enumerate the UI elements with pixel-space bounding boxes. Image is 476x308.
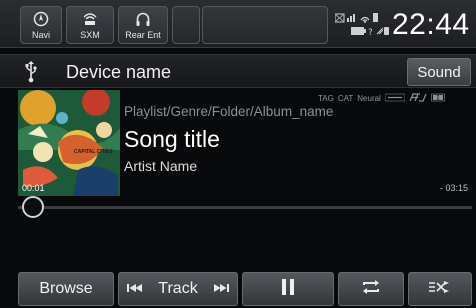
tag-label: TAG (318, 94, 334, 103)
sxm-button[interactable]: SXM (66, 6, 114, 44)
browse-label: Browse (39, 280, 93, 297)
shuffle-button[interactable] (408, 272, 472, 306)
cat-label: CAT (337, 94, 354, 103)
navi-button[interactable]: Navi (20, 6, 62, 44)
previous-track-icon (127, 280, 143, 298)
next-track-button[interactable] (213, 273, 229, 305)
album-art: CAPITAL CITIES (18, 90, 120, 196)
neural-label: Neural (357, 94, 381, 103)
elapsed-time: 00:01 (22, 183, 45, 193)
track-control: Track (118, 272, 238, 306)
remaining-time: - 03:15 (440, 183, 469, 193)
empty-slot-button (172, 6, 200, 44)
rear-ent-button[interactable]: Rear Ent (118, 6, 168, 44)
next-track-icon (213, 280, 229, 298)
audio-screen: Navi SXM Rear Ent ? 22:44 Device name So… (0, 0, 476, 308)
usb-icon (24, 61, 38, 88)
status-bar: Navi SXM Rear Ent ? 22:44 (0, 0, 476, 48)
device-name: Device name (66, 62, 172, 82)
dts-logo-icon (384, 93, 406, 104)
meta-tags: TAG CAT Neural (318, 93, 445, 104)
source-bar: Device name Sound (0, 54, 476, 88)
playback-controls: Browse Track (0, 268, 476, 308)
clock: 22:44 (392, 8, 470, 41)
artist-name: Artist Name (124, 158, 198, 174)
repeat-icon (360, 279, 382, 299)
els-logo-icon (409, 93, 427, 104)
pause-button[interactable] (242, 272, 334, 306)
breadcrumb: Playlist/Genre/Folder/Album_name (124, 104, 334, 119)
track-label: Track (158, 280, 198, 297)
pause-icon (282, 278, 294, 300)
empty-slot-button (202, 6, 328, 44)
album-art-text: CAPITAL CITIES (74, 149, 113, 155)
progress-knob[interactable] (22, 196, 45, 218)
progress-bar[interactable] (18, 206, 472, 209)
song-title: Song title (124, 126, 220, 152)
sound-button[interactable]: Sound (407, 58, 471, 86)
headphones-icon (135, 11, 151, 32)
shuffle-icon (429, 280, 451, 299)
repeat-button[interactable] (338, 272, 404, 306)
svg-text:?: ? (368, 28, 373, 38)
previous-track-button[interactable] (127, 273, 143, 305)
dolby-logo-icon (431, 93, 445, 104)
sxm-icon (81, 11, 99, 32)
status-icons: ? (334, 12, 390, 38)
browse-button[interactable]: Browse (18, 272, 114, 306)
navi-icon (33, 11, 49, 32)
